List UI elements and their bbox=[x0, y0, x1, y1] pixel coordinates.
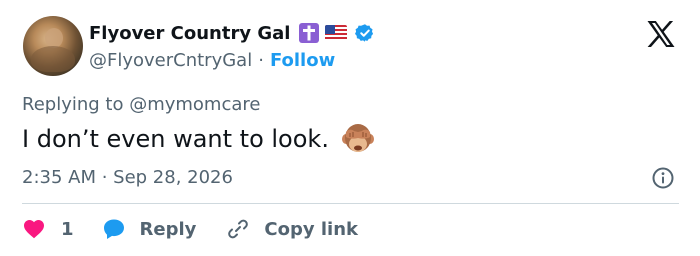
link-icon bbox=[226, 217, 250, 241]
latin-cross-emoji bbox=[299, 23, 320, 43]
divider bbox=[22, 203, 679, 204]
avatar-face bbox=[45, 28, 63, 48]
tweet-body: I don’t even want to look. bbox=[22, 122, 375, 156]
avatar-shade bbox=[31, 46, 75, 72]
reply-label: Reply bbox=[139, 218, 197, 240]
us-flag-emoji bbox=[325, 25, 348, 41]
author-display-name[interactable]: Flyover Country Gal bbox=[89, 23, 290, 44]
author-handle-row: @FlyoverCntryGal · Follow bbox=[89, 48, 335, 72]
author-name-row: Flyover Country Gal bbox=[89, 20, 375, 46]
verified-badge-icon[interactable] bbox=[355, 23, 375, 43]
reply-button[interactable]: Reply bbox=[102, 217, 197, 241]
author-handle[interactable]: @FlyoverCntryGal bbox=[89, 50, 252, 71]
info-icon[interactable] bbox=[651, 166, 675, 190]
x-logo-icon[interactable] bbox=[646, 20, 676, 48]
follow-button[interactable]: Follow bbox=[270, 50, 335, 71]
tweet-timestamp[interactable]: 2:35 AM · Sep 28, 2026 bbox=[22, 165, 233, 189]
like-count: 1 bbox=[61, 218, 74, 240]
copy-link-button[interactable]: Copy link bbox=[226, 217, 358, 241]
see-no-evil-monkey-icon bbox=[341, 122, 375, 156]
speech-bubble-icon bbox=[102, 217, 126, 241]
replying-to-line: Replying to @mymomcare bbox=[22, 93, 261, 115]
action-bar: 1 Reply Copy link bbox=[22, 216, 358, 242]
tweet-card: Flyover Country Gal @FlyoverCntryGal · F… bbox=[0, 0, 700, 256]
copy-link-label: Copy link bbox=[264, 218, 358, 240]
like-button[interactable]: 1 bbox=[22, 217, 74, 241]
avatar[interactable] bbox=[23, 16, 83, 76]
heart-icon bbox=[22, 217, 46, 241]
tweet-text: I don’t even want to look. bbox=[22, 125, 329, 153]
separator-dot: · bbox=[258, 49, 264, 71]
